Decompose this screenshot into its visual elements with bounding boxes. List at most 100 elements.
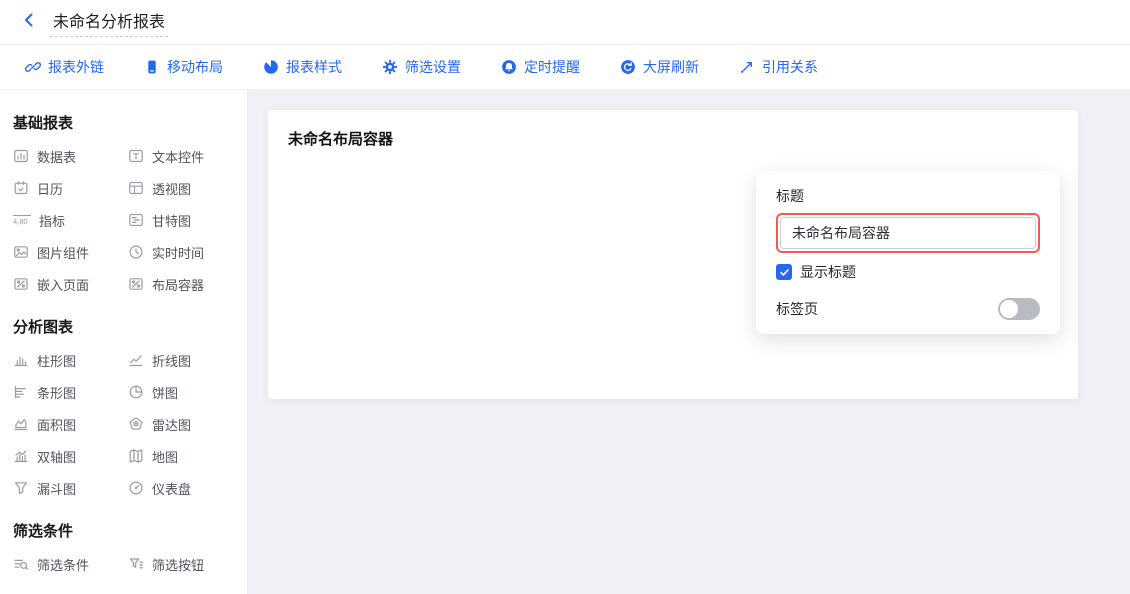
sidebar-item-filter-button[interactable]: 筛选按钮 — [128, 548, 243, 580]
layout-container-title: 未命名布局容器 — [288, 128, 1058, 149]
sidebar-item-realtime-clock[interactable]: 实时时间 — [128, 236, 243, 268]
back-button[interactable] — [18, 11, 40, 33]
sidebar-item-label: 双轴图 — [37, 447, 76, 466]
show-title-row[interactable]: 显示标题 — [776, 262, 1040, 282]
basic-reports-grid: 数据表 文本控件 日历 透视图 4,80 指标 甘特图 — [13, 140, 247, 300]
sidebar-item-label: 雷达图 — [152, 415, 191, 434]
sidebar-item-text-widget[interactable]: 文本控件 — [128, 140, 243, 172]
sidebar-item-label: 漏斗图 — [37, 479, 76, 498]
filter-conditions-grid: 筛选条件 筛选按钮 — [13, 548, 247, 580]
report-canvas[interactable]: 未命名布局容器 标题 显示标题 标签页 — [248, 90, 1130, 594]
sidebar-item-map-chart[interactable]: 地图 — [128, 440, 243, 472]
toolbar-item-scheduled-reminder[interactable]: 定时提醒 — [501, 57, 580, 77]
filter-button-icon — [128, 556, 144, 572]
report-title[interactable]: 未命名分析报表 — [50, 8, 168, 37]
toolbar-item-reference-relations[interactable]: 引用关系 — [739, 57, 818, 77]
checkmark-icon — [779, 267, 790, 278]
sidebar-item-label: 柱形图 — [37, 351, 76, 370]
mobile-icon — [144, 59, 160, 75]
sidebar-item-label: 日历 — [37, 179, 63, 198]
pie-style-icon — [263, 59, 279, 75]
toolbar-item-filter-settings[interactable]: 筛选设置 — [382, 57, 461, 77]
container-title-input[interactable] — [780, 217, 1036, 249]
funnel-chart-icon — [13, 480, 29, 496]
sidebar-item-layout-container[interactable]: 布局容器 — [128, 268, 243, 300]
sidebar-item-filter-condition[interactable]: 筛选条件 — [13, 548, 128, 580]
sidebar-item-funnel-chart[interactable]: 漏斗图 — [13, 472, 128, 504]
sidebar-item-line-chart[interactable]: 折线图 — [128, 344, 243, 376]
sidebar-item-label: 甘特图 — [152, 211, 191, 230]
toolbar-item-label: 报表外链 — [48, 57, 104, 77]
image-icon — [13, 244, 29, 260]
container-settings-panel: 标题 显示标题 标签页 — [756, 171, 1060, 334]
sidebar-item-image-widget[interactable]: 图片组件 — [13, 236, 128, 268]
refresh-icon — [620, 59, 636, 75]
sidebar-item-pie-chart[interactable]: 饼图 — [128, 376, 243, 408]
tab-page-label: 标签页 — [776, 300, 818, 318]
sidebar-item-pivot-chart[interactable]: 透视图 — [128, 172, 243, 204]
title-input-highlight — [776, 213, 1040, 253]
toolbar-item-label: 移动布局 — [167, 57, 223, 77]
sidebar-item-data-table[interactable]: 数据表 — [13, 140, 128, 172]
bar-chart-icon — [13, 384, 29, 400]
line-chart-icon — [128, 352, 144, 368]
sidebar-item-label: 实时时间 — [152, 243, 204, 262]
toolbar-item-label: 定时提醒 — [524, 57, 580, 77]
layout-container-icon — [128, 276, 144, 292]
sidebar-item-label: 面积图 — [37, 415, 76, 434]
section-title-basic-reports: 基础报表 — [13, 112, 247, 133]
gear-icon — [382, 59, 398, 75]
sidebar-item-radar-chart[interactable]: 雷达图 — [128, 408, 243, 440]
header: 未命名分析报表 — [0, 0, 1130, 45]
sidebar-item-label: 数据表 — [37, 147, 76, 166]
dual-axis-chart-icon — [13, 448, 29, 464]
embed-page-icon — [13, 276, 29, 292]
toggle-knob — [1000, 300, 1018, 318]
sidebar-item-gantt-chart[interactable]: 甘特图 — [128, 204, 243, 236]
tab-page-row: 标签页 — [776, 298, 1040, 320]
widget-sidebar: 基础报表 数据表 文本控件 日历 透视图 4,80 指标 — [0, 90, 248, 594]
calendar-icon — [13, 180, 29, 196]
sidebar-item-label: 地图 — [152, 447, 178, 466]
bell-icon — [501, 59, 517, 75]
sidebar-item-metric[interactable]: 4,80 指标 — [13, 204, 128, 236]
sidebar-item-label: 透视图 — [152, 179, 191, 198]
data-table-icon — [13, 148, 29, 164]
area-chart-icon — [13, 416, 29, 432]
reference-arrow-icon — [739, 59, 755, 75]
sidebar-item-label: 折线图 — [152, 351, 191, 370]
metric-icon: 4,80 — [13, 215, 31, 225]
sidebar-item-gauge-chart[interactable]: 仪表盘 — [128, 472, 243, 504]
filter-condition-icon — [13, 556, 29, 572]
section-title-analysis-charts: 分析图表 — [13, 316, 247, 337]
toolbar-item-mobile-layout[interactable]: 移动布局 — [144, 57, 223, 77]
toolbar-item-external-link[interactable]: 报表外链 — [25, 57, 104, 77]
sidebar-item-embed-page[interactable]: 嵌入页面 — [13, 268, 128, 300]
map-icon — [128, 448, 144, 464]
sidebar-item-label: 布局容器 — [152, 275, 204, 294]
toolbar-item-label: 报表样式 — [286, 57, 342, 77]
sidebar-item-label: 图片组件 — [37, 243, 89, 262]
show-title-label: 显示标题 — [800, 262, 856, 282]
radar-chart-icon — [128, 416, 144, 432]
sidebar-item-column-chart[interactable]: 柱形图 — [13, 344, 128, 376]
sidebar-item-label: 嵌入页面 — [37, 275, 89, 294]
toolbar-item-label: 引用关系 — [762, 57, 818, 77]
toolbar-item-screen-refresh[interactable]: 大屏刷新 — [620, 57, 699, 77]
toolbar-item-report-style[interactable]: 报表样式 — [263, 57, 342, 77]
sidebar-item-dual-axis-chart[interactable]: 双轴图 — [13, 440, 128, 472]
sidebar-item-label: 筛选按钮 — [152, 555, 204, 574]
clock-icon — [128, 244, 144, 260]
pivot-table-icon — [128, 180, 144, 196]
column-chart-icon — [13, 352, 29, 368]
show-title-checkbox[interactable] — [776, 264, 792, 280]
sidebar-item-bar-chart[interactable]: 条形图 — [13, 376, 128, 408]
text-widget-icon — [128, 148, 144, 164]
toolbar: 报表外链 移动布局 报表样式 — [0, 45, 1130, 90]
analysis-charts-grid: 柱形图 折线图 条形图 饼图 面积图 雷达图 — [13, 344, 247, 504]
sidebar-item-calendar[interactable]: 日历 — [13, 172, 128, 204]
tab-page-toggle[interactable] — [998, 298, 1040, 320]
sidebar-item-area-chart[interactable]: 面积图 — [13, 408, 128, 440]
toolbar-item-label: 大屏刷新 — [643, 57, 699, 77]
section-title-filter-conditions: 筛选条件 — [13, 520, 247, 541]
